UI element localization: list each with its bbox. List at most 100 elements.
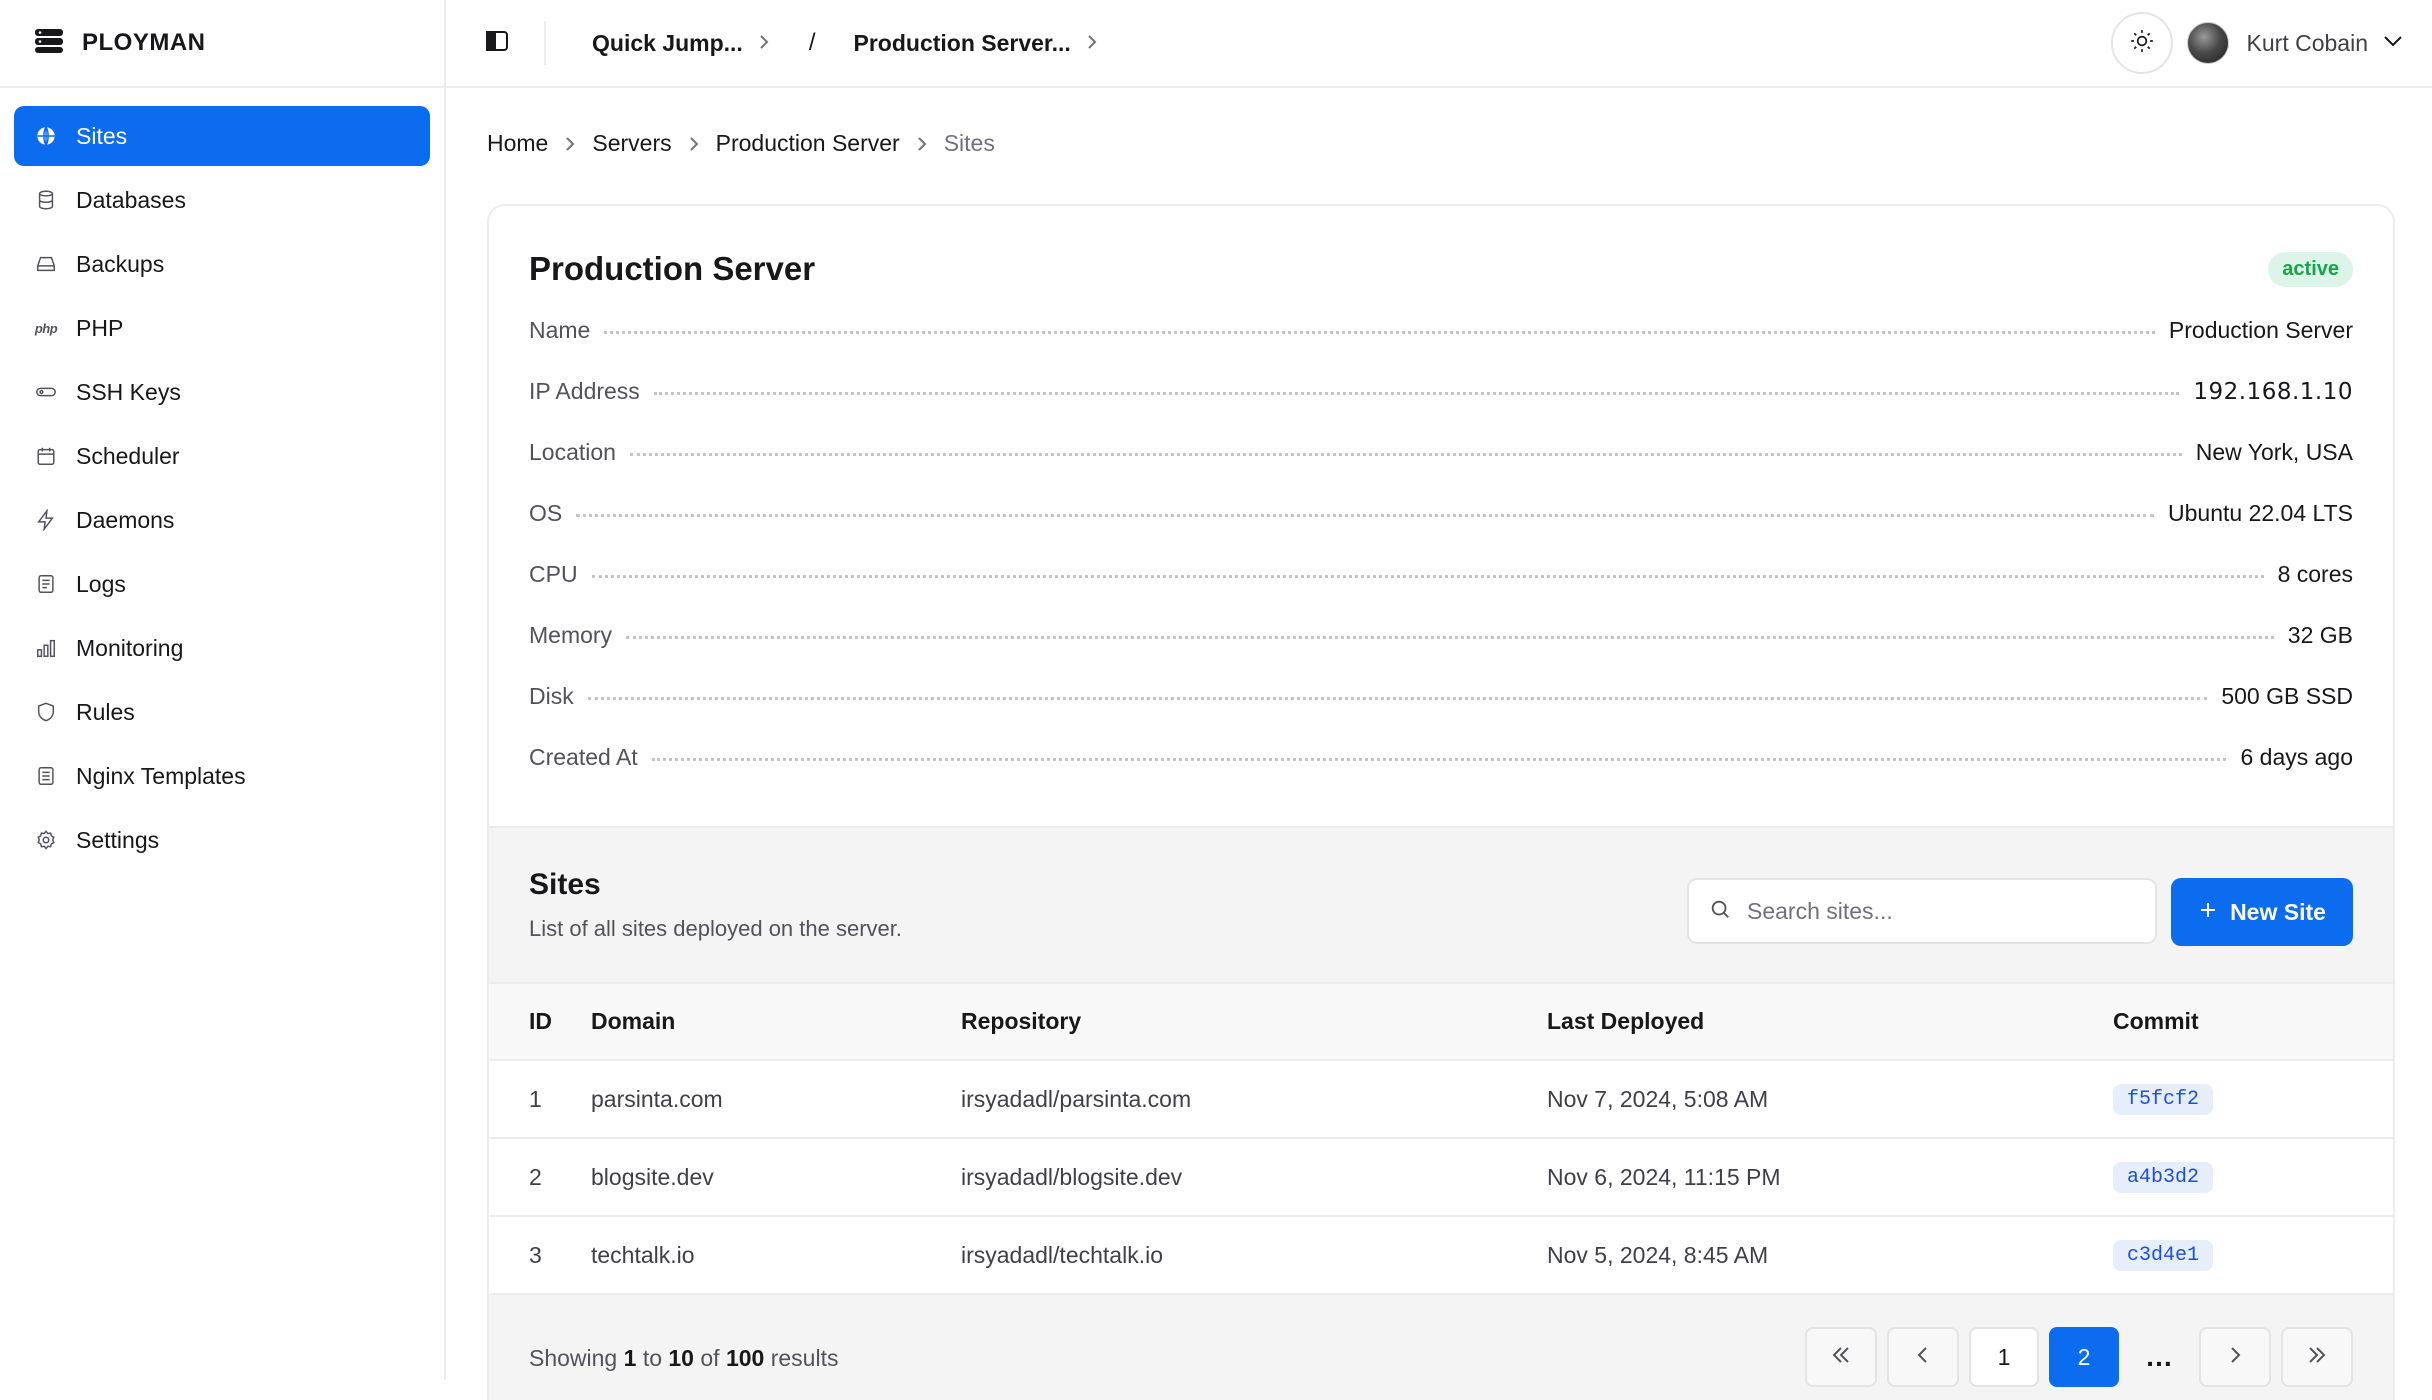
- sidebar-item-monitoring[interactable]: Monitoring: [14, 618, 430, 678]
- divider: [544, 21, 546, 65]
- detail-row: Location New York, USA: [529, 422, 2353, 483]
- chevrons-left-icon: [1830, 1344, 1852, 1371]
- cell-last-deployed: Nov 7, 2024, 5:08 AM: [1547, 1060, 2113, 1139]
- cell-domain[interactable]: parsinta.com: [591, 1060, 961, 1139]
- dotted-leader: [576, 514, 2155, 517]
- breadcrumb-servers[interactable]: Servers: [592, 130, 671, 157]
- file-list-icon: [34, 764, 58, 788]
- sidebar-toggle-button[interactable]: [476, 22, 518, 64]
- bar-chart-icon: [34, 636, 58, 660]
- breadcrumb-home[interactable]: Home: [487, 130, 548, 157]
- sidebar-item-label: Rules: [76, 698, 135, 725]
- topbar-separator: /: [808, 29, 816, 56]
- table-row[interactable]: 1 parsinta.com irsyadadl/parsinta.com No…: [489, 1060, 2393, 1139]
- detail-key: IP Address: [529, 378, 640, 404]
- cell-last-deployed: Nov 5, 2024, 8:45 AM: [1547, 1216, 2113, 1295]
- sidebar-item-nginx-templates[interactable]: Nginx Templates: [14, 746, 430, 806]
- cell-id: 2: [489, 1138, 591, 1217]
- cell-commit: f5fcf2: [2113, 1060, 2393, 1139]
- detail-key: Created At: [529, 744, 638, 770]
- new-site-label: New Site: [2230, 898, 2326, 925]
- summary-to: 10: [668, 1345, 694, 1371]
- page-button-current[interactable]: 2: [2049, 1327, 2119, 1387]
- server-switch-button[interactable]: Production Server...: [854, 30, 1099, 57]
- search-input[interactable]: [1747, 897, 2127, 925]
- detail-row: OS Ubuntu 22.04 LTS: [529, 483, 2353, 544]
- lightning-icon: [34, 508, 58, 532]
- topbar: Quick Jump... / Production Server... Kur…: [446, 0, 2432, 88]
- sidebar-item-daemons[interactable]: Daemons: [14, 490, 430, 550]
- next-page-button[interactable]: [2199, 1327, 2271, 1387]
- detail-row: Name Production Server: [529, 300, 2353, 361]
- sidebar-item-logs[interactable]: Logs: [14, 554, 430, 614]
- cell-repository: irsyadadl/parsinta.com: [961, 1060, 1547, 1139]
- detail-value: 32 GB: [2287, 622, 2353, 648]
- sidebar-item-rules[interactable]: Rules: [14, 682, 430, 742]
- detail-value: 6 days ago: [2240, 744, 2353, 770]
- user-name[interactable]: Kurt Cobain: [2247, 30, 2368, 57]
- detail-key: Name: [529, 317, 591, 343]
- detail-row: Disk 500 GB SSD: [529, 666, 2353, 727]
- server-details: Production Server active Name Production …: [489, 206, 2393, 826]
- sidebar-item-label: Settings: [76, 826, 160, 853]
- summary-total: 100: [725, 1345, 765, 1371]
- column-header-last-deployed[interactable]: Last Deployed: [1547, 984, 2113, 1061]
- summary-text: Showing: [529, 1345, 618, 1371]
- theme-toggle-button[interactable]: [2110, 12, 2173, 74]
- sidebar-item-databases[interactable]: Databases: [14, 170, 430, 230]
- detail-value: Ubuntu 22.04 LTS: [2168, 500, 2353, 526]
- last-page-button[interactable]: [2281, 1327, 2353, 1387]
- first-page-button[interactable]: [1805, 1327, 1877, 1387]
- sidebar-item-sites[interactable]: Sites: [14, 106, 430, 166]
- prev-page-button[interactable]: [1887, 1327, 1959, 1387]
- sidebar-nav: Sites Databases Backups php PHP SSH Keys…: [0, 88, 444, 892]
- php-icon: php: [34, 320, 58, 336]
- summary-text: results: [770, 1345, 839, 1371]
- breadcrumb-server[interactable]: Production Server: [716, 130, 900, 157]
- chevron-right-icon: [1085, 30, 1099, 57]
- column-header-repository[interactable]: Repository: [961, 984, 1547, 1061]
- sites-table: ID Domain Repository Last Deployed Commi…: [489, 984, 2393, 1295]
- commit-badge: a4b3d2: [2113, 1162, 2214, 1193]
- search-icon: [1709, 898, 1731, 925]
- sidebar-toggle-icon: [485, 30, 509, 57]
- detail-value: 500 GB SSD: [2221, 683, 2353, 709]
- pagination: 1 2 …: [1805, 1327, 2353, 1387]
- file-text-icon: [34, 572, 58, 596]
- dotted-leader: [626, 636, 2274, 639]
- cell-domain[interactable]: blogsite.dev: [591, 1138, 961, 1217]
- quick-jump-button[interactable]: Quick Jump...: [592, 30, 771, 57]
- table-row[interactable]: 3 techtalk.io irsyadadl/techtalk.io Nov …: [489, 1216, 2393, 1295]
- sidebar-item-ssh-keys[interactable]: SSH Keys: [14, 362, 430, 422]
- sidebar-item-label: Databases: [76, 186, 186, 213]
- plus-icon: [2198, 899, 2218, 926]
- cell-domain[interactable]: techtalk.io: [591, 1216, 961, 1295]
- server-card: Production Server active Name Production …: [487, 204, 2395, 1400]
- avatar[interactable]: [2186, 22, 2229, 64]
- column-header-domain[interactable]: Domain: [591, 984, 961, 1061]
- pagination-footer: Showing 1 to 10 of 100 results 1 2 …: [489, 1295, 2393, 1400]
- sidebar: PLOYMAN Sites Databases Backups php PHP …: [0, 0, 446, 1380]
- detail-list: Name Production Server IP Address 192.168.…: [529, 300, 2353, 788]
- detail-key: CPU: [529, 561, 578, 587]
- dotted-leader: [604, 331, 2155, 334]
- sidebar-item-php[interactable]: php PHP: [14, 298, 430, 358]
- column-header-commit[interactable]: Commit: [2113, 984, 2393, 1061]
- page-button[interactable]: 1: [1969, 1327, 2039, 1387]
- brand[interactable]: PLOYMAN: [0, 0, 444, 88]
- key-icon: [34, 380, 58, 404]
- table-row[interactable]: 2 blogsite.dev irsyadadl/blogsite.dev No…: [489, 1138, 2393, 1217]
- breadcrumb-current: Sites: [943, 130, 995, 156]
- column-header-id[interactable]: ID: [489, 984, 591, 1061]
- quick-jump-label: Quick Jump...: [592, 29, 743, 56]
- new-site-button[interactable]: New Site: [2171, 878, 2353, 946]
- detail-key: Location: [529, 439, 616, 465]
- sidebar-item-settings[interactable]: Settings: [14, 810, 430, 870]
- chevron-down-icon[interactable]: [2382, 34, 2404, 53]
- sidebar-item-backups[interactable]: Backups: [14, 234, 430, 294]
- cell-commit: a4b3d2: [2113, 1138, 2393, 1217]
- sidebar-item-label: SSH Keys: [76, 378, 181, 405]
- dotted-leader: [591, 575, 2264, 578]
- sidebar-item-scheduler[interactable]: Scheduler: [14, 426, 430, 486]
- search-box: [1687, 878, 2157, 944]
